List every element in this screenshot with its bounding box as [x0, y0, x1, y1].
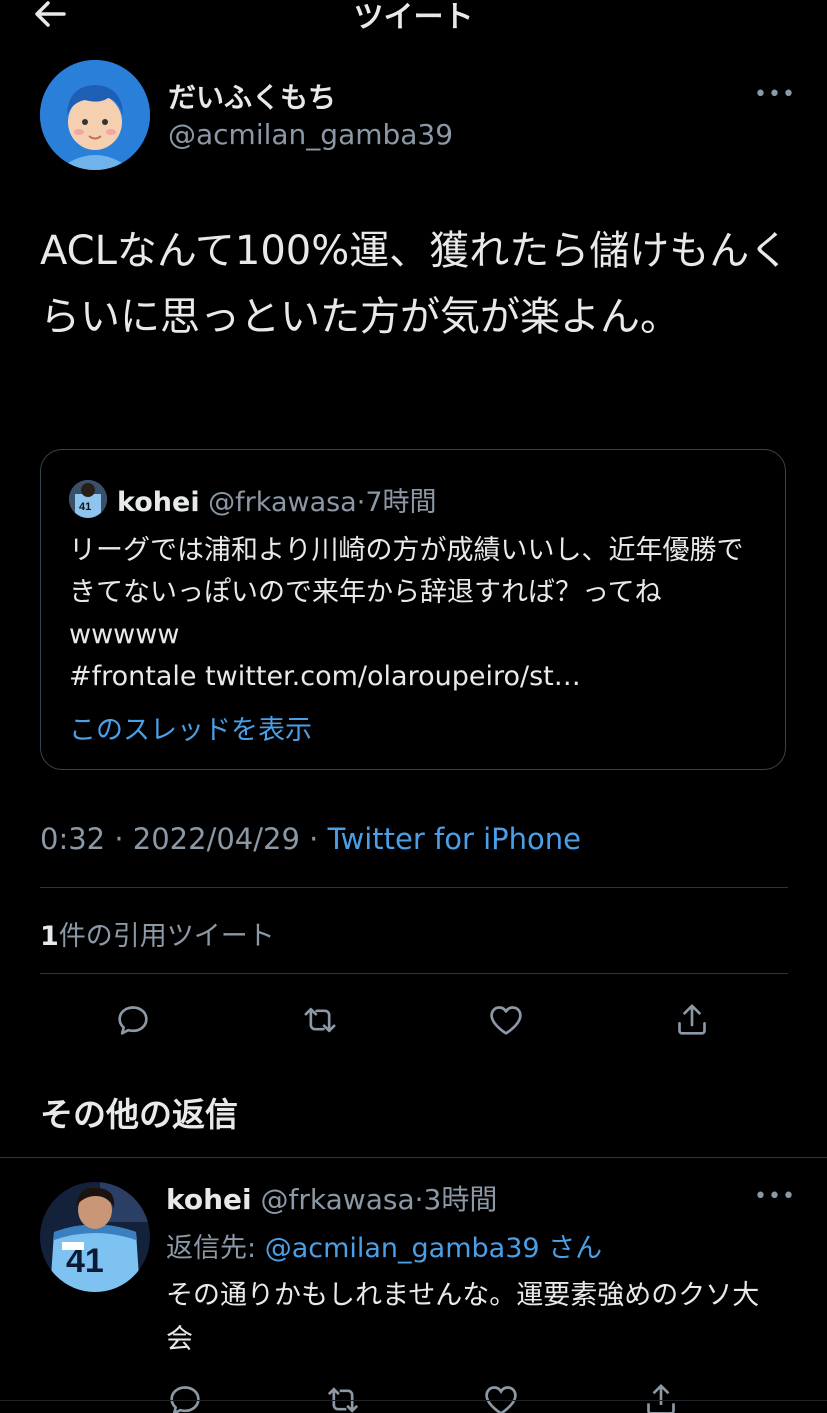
like-button[interactable]: [481, 995, 531, 1045]
dot-separator: ·: [309, 822, 319, 856]
divider: [40, 973, 788, 974]
quoted-tweet-card[interactable]: 41 kohei @frkawasa·7時間 リーグでは浦和より川崎の方が成績い…: [40, 449, 786, 770]
author-name[interactable]: だいふくもち: [168, 76, 336, 116]
quote-count-label: 件の引用ツイート: [58, 921, 275, 952]
reply-button[interactable]: [108, 995, 158, 1045]
more-horizontal-icon[interactable]: •••: [754, 82, 796, 107]
author-avatar[interactable]: [40, 60, 150, 170]
reply-header: kohei @frkawasa·3時間: [166, 1178, 497, 1218]
show-thread-link[interactable]: このスレッドを表示: [69, 708, 312, 747]
retweet-button[interactable]: [295, 995, 345, 1045]
quoted-text-line: #frontale twitter.com/olaroupeiro/st…: [69, 661, 581, 692]
arrow-left-icon[interactable]: [30, 0, 70, 34]
author-handle[interactable]: @acmilan_gamba39: [168, 118, 453, 151]
replying-to-handle[interactable]: @acmilan_gamba39: [265, 1233, 540, 1264]
quoted-time: 7時間: [365, 487, 437, 518]
tweet-meta: 0:32 · 2022/04/29 · Twitter for iPhone: [40, 822, 581, 856]
retweet-icon: [327, 1387, 359, 1413]
replying-to-label: 返信先:: [166, 1233, 265, 1264]
reply-author-handle[interactable]: @frkawasa: [261, 1183, 415, 1216]
reply-author-avatar[interactable]: 41: [40, 1182, 150, 1292]
divider: [40, 887, 788, 888]
quoted-author-avatar: 41: [69, 480, 107, 518]
share-button[interactable]: [667, 995, 717, 1045]
dot-separator: ·: [114, 822, 124, 856]
svg-text:41: 41: [79, 501, 91, 513]
reply-author-name[interactable]: kohei: [166, 1183, 252, 1216]
heart-icon: [490, 1006, 522, 1035]
tweet-text: ACLなんて100%運、獲れたら儲けもんくらいに思っといた方が気が楽よん。: [40, 228, 790, 340]
reply-button[interactable]: [160, 1375, 210, 1413]
retweet-button[interactable]: [318, 1375, 368, 1413]
bottom-divider: [0, 1400, 827, 1401]
quoted-text: リーグでは浦和より川崎の方が成績いいし、近年優勝できてないっぽいので来年から辞退…: [69, 530, 769, 698]
more-replies-heading: その他の返信: [40, 1095, 238, 1134]
retweet-icon: [304, 1007, 336, 1033]
tweet-time: 0:32: [40, 822, 106, 856]
quoted-author-handle: @frkawasa: [208, 487, 357, 518]
share-button[interactable]: [636, 1375, 686, 1413]
quoted-text-line: リーグでは浦和より川崎の方が成績いいし、近年優勝できてないっぽいので来年から辞退…: [69, 535, 744, 650]
heart-icon: [485, 1386, 517, 1413]
quote-count: 1: [40, 921, 59, 952]
quoted-author-name: kohei: [117, 487, 200, 518]
replying-to: 返信先: @acmilan_gamba39 さん: [166, 1226, 602, 1265]
replying-to-suffix: さん: [539, 1233, 603, 1264]
quote-tweets-link[interactable]: 1件の引用ツイート: [40, 914, 275, 953]
reply-icon: [170, 1386, 200, 1413]
reply-icon: [118, 1006, 148, 1035]
reply-actions: [0, 1375, 827, 1413]
tweet-source-link[interactable]: Twitter for iPhone: [328, 822, 581, 856]
reply-text: その通りかもしれませんな。運要素強めのクソ大会: [166, 1280, 760, 1355]
share-icon: [647, 1383, 675, 1413]
quoted-header: kohei @frkawasa·7時間: [117, 480, 437, 519]
more-horizontal-icon[interactable]: •••: [754, 1184, 796, 1209]
dot-separator: ·: [414, 1183, 424, 1216]
top-bar: ツイート: [0, 0, 827, 40]
share-icon: [678, 1004, 706, 1035]
like-button[interactable]: [476, 1375, 526, 1413]
reply-time: 3時間: [423, 1183, 498, 1216]
page-title: ツイート: [353, 0, 474, 35]
divider: [0, 1157, 827, 1158]
tweet-date: 2022/04/29: [132, 822, 300, 856]
